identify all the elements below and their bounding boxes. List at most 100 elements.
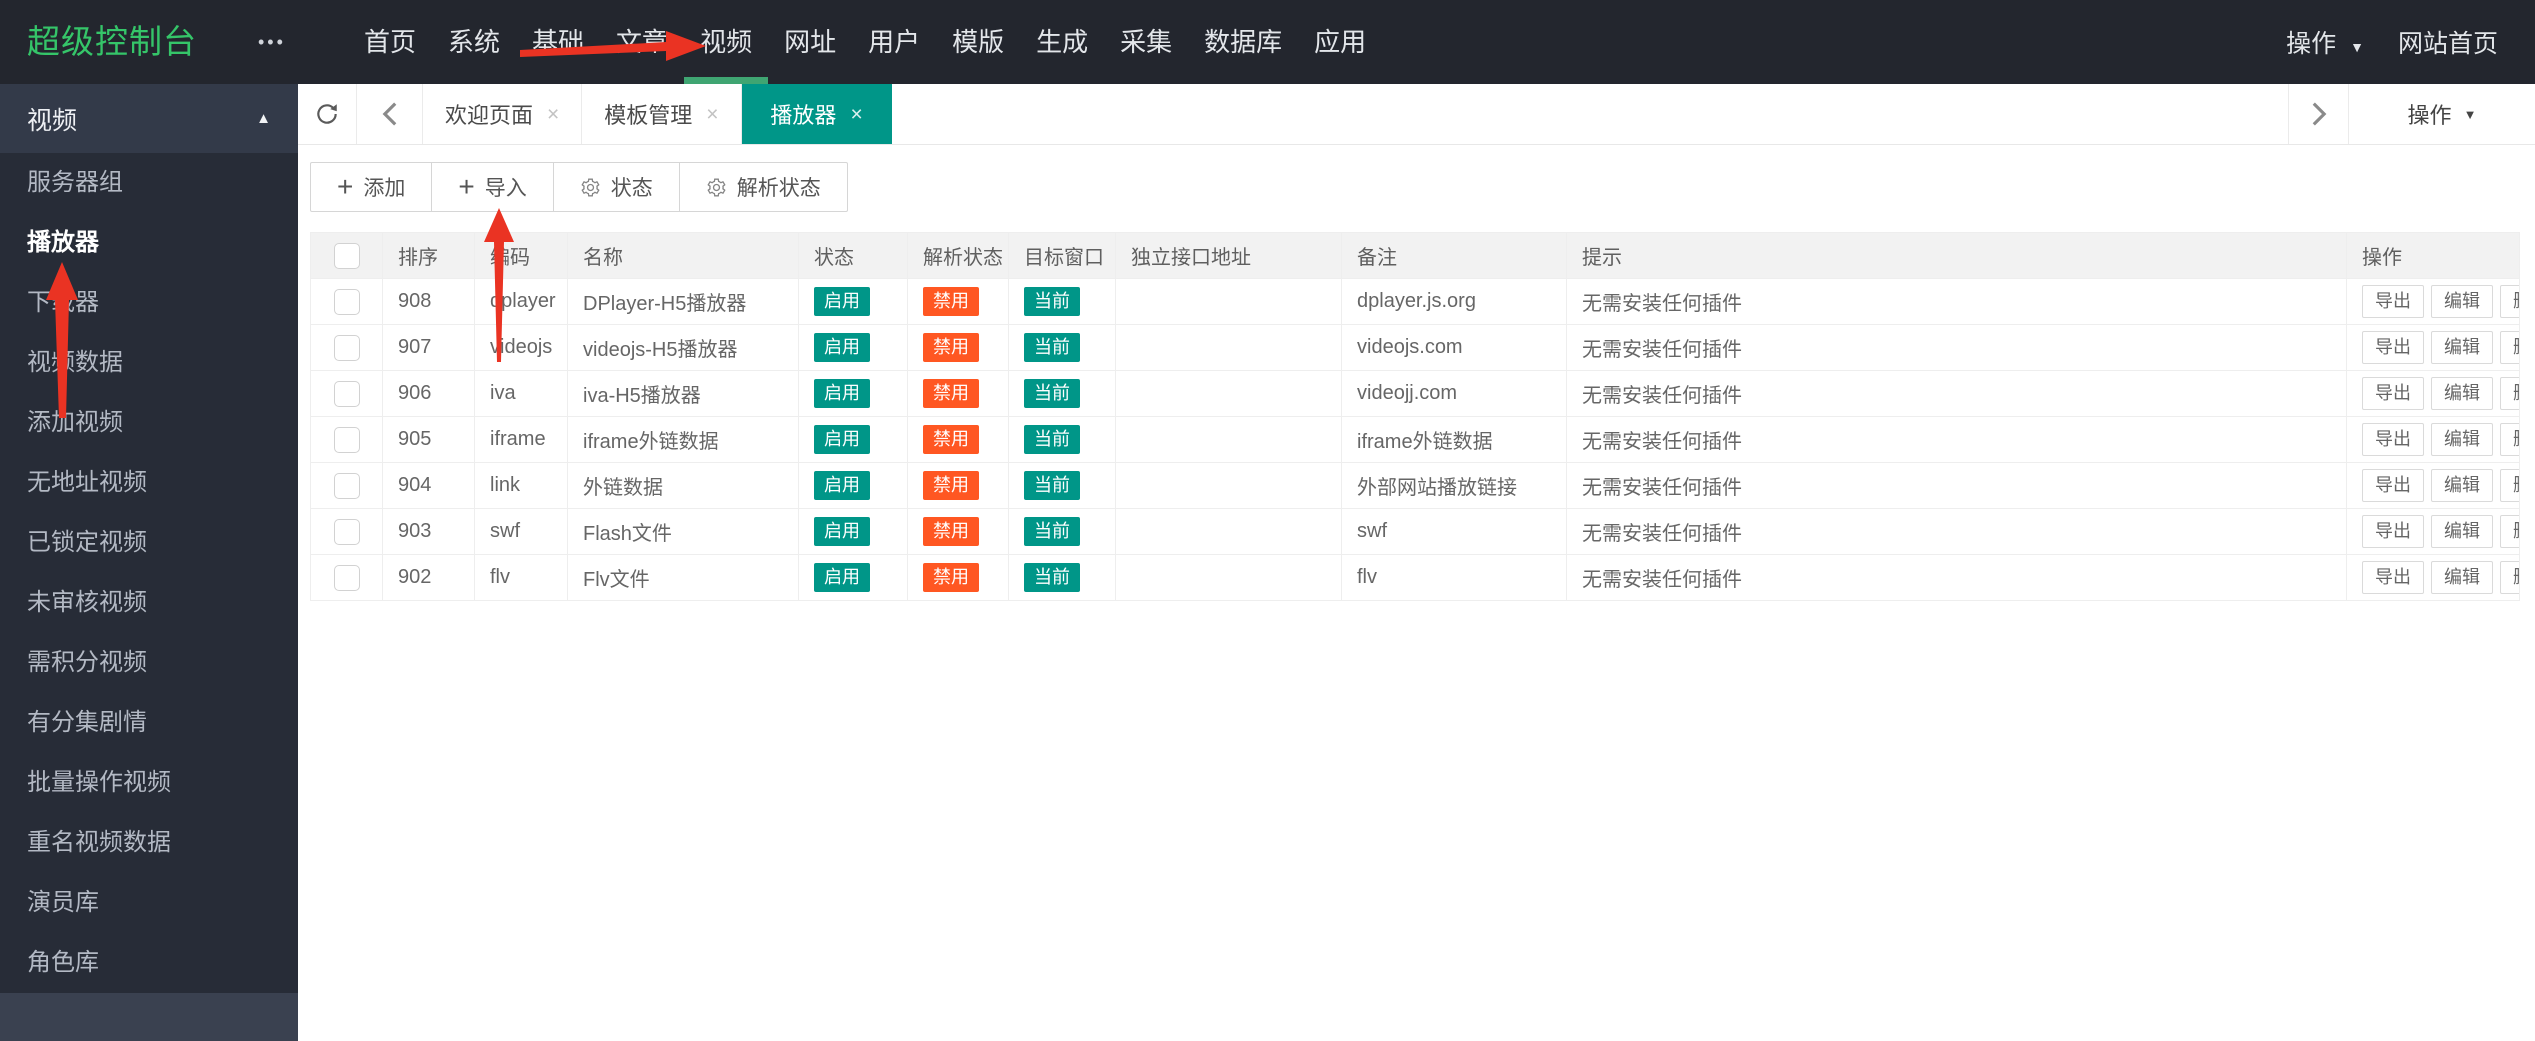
nav-item[interactable]: 用户 [852, 0, 936, 84]
nav-item[interactable]: 基础 [516, 0, 600, 84]
export-button[interactable]: 导出 [2362, 284, 2424, 319]
status-badge: 启用 [814, 378, 870, 409]
sidebar-item[interactable]: 角色库 [0, 933, 298, 993]
target-window-badge: 当前 [1024, 424, 1080, 455]
sidebar-item[interactable]: 批量操作视频 [0, 753, 298, 813]
select-all-checkbox[interactable] [333, 242, 360, 269]
sidebar-item[interactable]: 添加视频 [0, 393, 298, 453]
nav-item[interactable]: 文章 [600, 0, 684, 84]
refresh-button[interactable] [298, 84, 357, 144]
row-checkbox[interactable] [333, 288, 360, 315]
table-row: 902flvFlv文件启用禁用当前flv无需安装任何插件导出编辑删除 [310, 554, 2520, 601]
status-badge: 启用 [814, 562, 870, 593]
row-checkbox[interactable] [333, 472, 360, 499]
table-row: 906 iva iva-H5播放器 启用 禁用 当前 videojj.com 无需安装任何插件… [310, 370, 2520, 417]
cell-note: videojj.com [1341, 370, 1567, 417]
edit-button[interactable]: 编辑 [2431, 560, 2493, 595]
tabbar-action-dropdown[interactable]: 操作 ▼ [2349, 84, 2535, 144]
nav-item[interactable]: 生成 [1020, 0, 1104, 84]
import-button[interactable]: + 导入 [431, 162, 554, 212]
plus-icon: + [458, 171, 475, 202]
row-checkbox[interactable] [333, 380, 360, 407]
gear-icon [706, 177, 727, 198]
cell-name: videojs-H5播放器 [567, 324, 799, 371]
status-badge: 启用 [814, 516, 870, 547]
sidebar-item[interactable]: 未审核视频 [0, 573, 298, 633]
nav-item[interactable]: 采集 [1104, 0, 1188, 84]
export-button[interactable]: 导出 [2362, 468, 2424, 503]
nav-more-icon[interactable]: ••• [258, 0, 286, 84]
delete-button[interactable]: 删除 [2500, 376, 2519, 411]
delete-button[interactable]: 删除 [2500, 560, 2519, 595]
row-checkbox[interactable] [333, 518, 360, 545]
delete-button[interactable]: 删除 [2500, 284, 2519, 319]
tabs-scroll-left-button[interactable] [357, 84, 423, 144]
tab-close-icon[interactable]: × [850, 104, 862, 125]
sidebar-group-header[interactable]: 视频 ▲ [0, 84, 298, 153]
edit-button[interactable]: 编辑 [2431, 330, 2493, 365]
cell-name: iva-H5播放器 [567, 370, 799, 417]
cell-code: dplayer [474, 278, 568, 325]
delete-button[interactable]: 删除 [2500, 422, 2519, 457]
cell-parse: 禁用 [907, 370, 1009, 417]
toolbar-button-label: 解析状态 [736, 177, 821, 200]
export-button[interactable]: 导出 [2362, 560, 2424, 595]
nav-item[interactable]: 系统 [432, 0, 516, 84]
row-checkbox[interactable] [333, 334, 360, 361]
nav-item[interactable]: 网址 [768, 0, 852, 84]
sidebar-item[interactable]: 重名视频数据 [0, 813, 298, 873]
cell-target: 当前 [1008, 554, 1116, 601]
tab-close-icon[interactable]: × [547, 104, 559, 125]
edit-button[interactable]: 编辑 [2431, 468, 2493, 503]
edit-button[interactable]: 编辑 [2431, 422, 2493, 457]
nav-item[interactable]: 数据库 [1188, 0, 1298, 84]
delete-button[interactable]: 删除 [2500, 330, 2519, 365]
sidebar-item[interactable]: 播放器 [0, 213, 298, 273]
tabs-scroll-right-button[interactable] [2288, 84, 2349, 144]
topnav-action-dropdown[interactable]: 操作 ▼ [2286, 24, 2364, 60]
tab-close-icon[interactable]: × [706, 104, 718, 125]
status-button[interactable]: 状态 [552, 162, 680, 212]
column-header: 备注 [1341, 232, 1567, 279]
export-button[interactable]: 导出 [2362, 330, 2424, 365]
cell-tip: 无需安装任何插件 [1566, 370, 2347, 417]
sidebar-item[interactable]: 演员库 [0, 873, 298, 933]
nav-item[interactable]: 视频 [684, 0, 769, 84]
edit-button[interactable]: 编辑 [2431, 376, 2493, 411]
tab[interactable]: 播放器 × [741, 84, 892, 144]
cell-tip: 无需安装任何插件 [1566, 462, 2347, 509]
cell-api-address [1115, 508, 1342, 555]
delete-button[interactable]: 删除 [2500, 468, 2519, 503]
cell-api-address [1115, 416, 1342, 463]
sidebar-item[interactable]: 已锁定视频 [0, 513, 298, 573]
export-button[interactable]: 导出 [2362, 422, 2424, 457]
export-button[interactable]: 导出 [2362, 514, 2424, 549]
sidebar-item[interactable]: 服务器组 [0, 153, 298, 213]
tab-label: 播放器 [770, 103, 837, 128]
row-checkbox[interactable] [333, 564, 360, 591]
edit-button[interactable]: 编辑 [2431, 284, 2493, 319]
edit-button[interactable]: 编辑 [2431, 514, 2493, 549]
nav-item[interactable]: 首页 [348, 0, 432, 84]
tab[interactable]: 欢迎页面 × [423, 84, 583, 144]
parse-status-button[interactable]: 解析状态 [678, 162, 848, 212]
tab[interactable]: 模板管理 × [582, 84, 742, 144]
export-button[interactable]: 导出 [2362, 376, 2424, 411]
sidebar-item[interactable]: 下载器 [0, 273, 298, 333]
sidebar-item[interactable]: 有分集剧情 [0, 693, 298, 753]
sidebar-item[interactable]: 视频数据 [0, 333, 298, 393]
add-button[interactable]: + 添加 [310, 162, 433, 212]
site-home-link[interactable]: 网站首页 [2398, 24, 2498, 60]
target-window-badge: 当前 [1024, 470, 1080, 501]
nav-item[interactable]: 模版 [936, 0, 1020, 84]
row-checkbox[interactable] [333, 426, 360, 453]
cell-status: 启用 [798, 278, 908, 325]
cell-sort: 907 [382, 324, 475, 371]
sidebar-item[interactable]: 需积分视频 [0, 633, 298, 693]
sidebar-item[interactable]: 无地址视频 [0, 453, 298, 513]
delete-button[interactable]: 删除 [2500, 514, 2519, 549]
cell-parse: 禁用 [907, 324, 1009, 371]
table-row: 908 dplayer DPlayer-H5播放器 启用 禁用 当前 dplayer.js.… [310, 278, 2520, 325]
nav-item[interactable]: 应用 [1298, 0, 1382, 84]
cell-name: Flv文件 [567, 554, 799, 601]
